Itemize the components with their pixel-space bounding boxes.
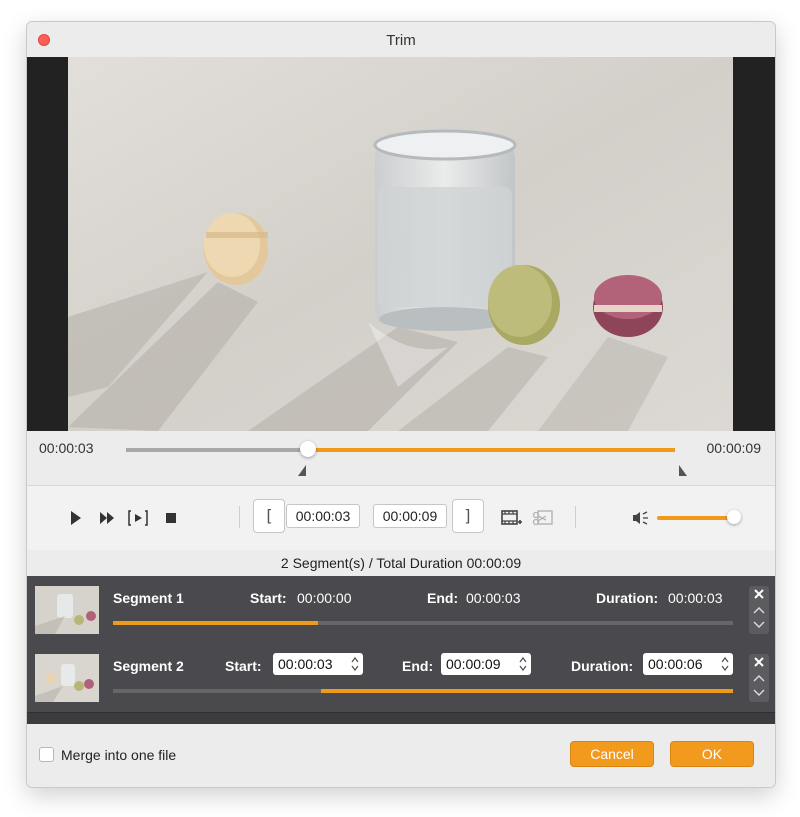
separator (239, 506, 240, 528)
dialog-footer: Merge into one file Cancel OK (27, 724, 775, 787)
video-scene-image (68, 57, 733, 431)
delete-icon[interactable] (754, 657, 764, 667)
start-time-field[interactable]: 00:00:03 (286, 504, 360, 528)
segment-name: Segment 2 (113, 658, 184, 674)
delete-icon[interactable] (754, 589, 764, 599)
playback-controls: [ 00:00:03 00:00:09 ] (27, 485, 775, 551)
set-end-button[interactable]: ] (452, 499, 484, 533)
volume-icon[interactable] (630, 508, 650, 528)
timeline: 00:00:03 00:00:09 (27, 431, 775, 485)
segment-end-field[interactable]: 00:00:09 (441, 653, 531, 675)
end-time-field[interactable]: 00:00:09 (373, 504, 447, 528)
segment-end-label: End: (402, 658, 434, 674)
stepper-icon[interactable] (351, 656, 359, 672)
chevron-up-icon[interactable] (753, 607, 765, 614)
segment-thumbnail (35, 654, 99, 702)
play-icon[interactable] (65, 508, 85, 528)
segment-end-value: 00:00:03 (466, 590, 521, 606)
ok-button[interactable]: OK (670, 741, 754, 767)
segment-duration-field[interactable]: 00:00:06 (643, 653, 733, 675)
segment-start-value: 00:00:03 (278, 656, 333, 672)
stepper-icon[interactable] (519, 656, 527, 672)
timeline-end-time: 00:00:09 (706, 440, 762, 456)
segment-row[interactable]: Segment 1 Start: 00:00:00 End: 00:00:03 … (27, 576, 775, 645)
chevron-down-icon[interactable] (753, 689, 765, 696)
stepper-icon[interactable] (721, 656, 729, 672)
cancel-button[interactable]: Cancel (570, 741, 654, 767)
segment-start-field[interactable]: 00:00:03 (273, 653, 363, 675)
segment-range-track (113, 621, 733, 625)
segment-start-label: Start: (225, 658, 262, 674)
merge-label: Merge into one file (61, 747, 177, 763)
segment-name: Segment 1 (113, 590, 184, 606)
timeline-current-time: 00:00:03 (39, 440, 94, 456)
segment-start-value: 00:00:00 (297, 590, 352, 606)
trim-end-marker[interactable] (679, 465, 687, 476)
segment-actions (749, 654, 769, 702)
segment-actions (749, 586, 769, 634)
stop-icon[interactable] (161, 508, 181, 528)
trim-start-marker[interactable] (298, 465, 306, 476)
separator (575, 506, 576, 528)
merge-checkbox[interactable] (39, 747, 54, 762)
chevron-up-icon[interactable] (753, 675, 765, 682)
timeline-playhead[interactable] (300, 441, 316, 457)
window-title: Trim (386, 32, 416, 49)
video-preview (27, 57, 775, 431)
segment-duration-label: Duration: (571, 658, 634, 674)
volume-slider-handle[interactable] (727, 510, 741, 524)
timeline-track-selected[interactable] (308, 448, 675, 452)
segment-range-track (113, 689, 733, 693)
segment-duration-value: 00:00:06 (648, 656, 703, 672)
title-bar: Trim (27, 22, 775, 57)
segment-range-fill (113, 621, 318, 625)
segment-duration-value: 00:00:03 (668, 590, 723, 606)
timeline-track-played[interactable] (126, 448, 308, 452)
set-start-button[interactable]: [ (253, 499, 285, 533)
fast-forward-icon[interactable] (97, 508, 117, 528)
trim-window: Trim 00:00:03 00:00:09 [00:00:03 00:00:… (26, 21, 776, 788)
segment-end-label: End: (427, 590, 459, 606)
split-icon[interactable] (532, 508, 554, 528)
volume-slider-track[interactable] (657, 516, 735, 520)
segment-row[interactable]: Segment 2 Start: 00:00:03 End: 00:00:09 … (27, 644, 775, 713)
segments-summary: 2 Segment(s) / Total Duration 00:00:09 (27, 550, 775, 576)
play-selection-icon[interactable] (127, 508, 149, 528)
segment-range-fill (320, 689, 733, 693)
segment-thumbnail (35, 586, 99, 634)
segment-list: Segment 1 Start: 00:00:00 End: 00:00:03 … (27, 576, 775, 724)
segment-start-label: Start: (250, 590, 287, 606)
chevron-down-icon[interactable] (753, 621, 765, 628)
add-segment-icon[interactable] (500, 508, 522, 528)
segment-duration-label: Duration: (596, 590, 659, 606)
segment-end-value: 00:00:09 (446, 656, 501, 672)
video-frame (68, 57, 733, 431)
